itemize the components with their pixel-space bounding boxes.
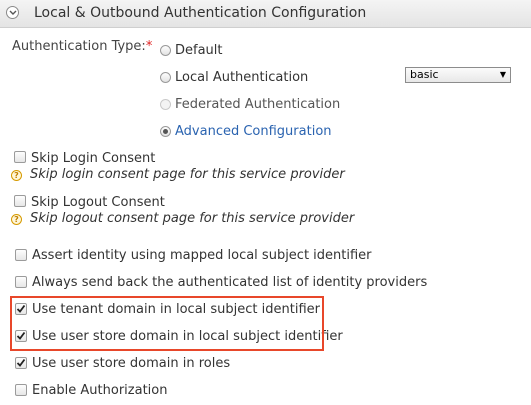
- radio-local-authentication[interactable]: [160, 72, 171, 83]
- help-icon: ?: [11, 170, 22, 181]
- skip-logout-consent-checkbox[interactable]: [14, 195, 26, 207]
- skip-login-consent-help: Skip login consent page for this service…: [30, 167, 345, 182]
- skip-logout-consent-label: Skip Logout Consent: [31, 195, 165, 210]
- radio-federated-authentication-label: Federated Authentication: [175, 97, 341, 112]
- radio-advanced-configuration[interactable]: [160, 126, 171, 137]
- help-icon: ?: [11, 214, 22, 225]
- user-store-domain-roles-checkbox[interactable]: [15, 357, 27, 369]
- advanced-configuration-link[interactable]: Advanced Configuration: [175, 124, 332, 139]
- skip-logout-consent-help: Skip logout consent page for this servic…: [30, 211, 355, 226]
- skip-login-consent-checkbox[interactable]: [14, 151, 26, 163]
- auth-type-label-text: Authentication Type:: [12, 39, 146, 54]
- assert-identity-checkbox[interactable]: [15, 249, 27, 261]
- local-auth-select-value: basic: [410, 68, 439, 81]
- radio-default-label[interactable]: Default: [175, 43, 223, 58]
- enable-authorization-checkbox[interactable]: [15, 384, 27, 396]
- assert-identity-label: Assert identity using mapped local subje…: [32, 248, 372, 263]
- radio-local-authentication-label[interactable]: Local Authentication: [175, 70, 308, 85]
- section-title: Local & Outbound Authentication Configur…: [34, 5, 367, 21]
- required-marker: *: [145, 39, 153, 54]
- send-idp-list-label: Always send back the authenticated list …: [32, 275, 428, 290]
- enable-authorization-label: Enable Authorization: [32, 383, 168, 398]
- radio-federated-authentication: [160, 99, 171, 110]
- skip-login-consent-label: Skip Login Consent: [31, 151, 156, 166]
- auth-type-label: Authentication Type:*: [12, 39, 152, 54]
- local-auth-select[interactable]: basic ▼: [405, 67, 511, 83]
- highlight-box: [10, 296, 324, 351]
- send-idp-list-checkbox[interactable]: [15, 276, 27, 288]
- chevron-collapse-icon[interactable]: [6, 6, 19, 19]
- radio-default[interactable]: [160, 45, 171, 56]
- checkmark-icon: [16, 358, 26, 367]
- section-header[interactable]: Local & Outbound Authentication Configur…: [0, 0, 531, 28]
- user-store-domain-roles-label: Use user store domain in roles: [32, 356, 231, 371]
- dropdown-arrow-icon: ▼: [499, 70, 506, 79]
